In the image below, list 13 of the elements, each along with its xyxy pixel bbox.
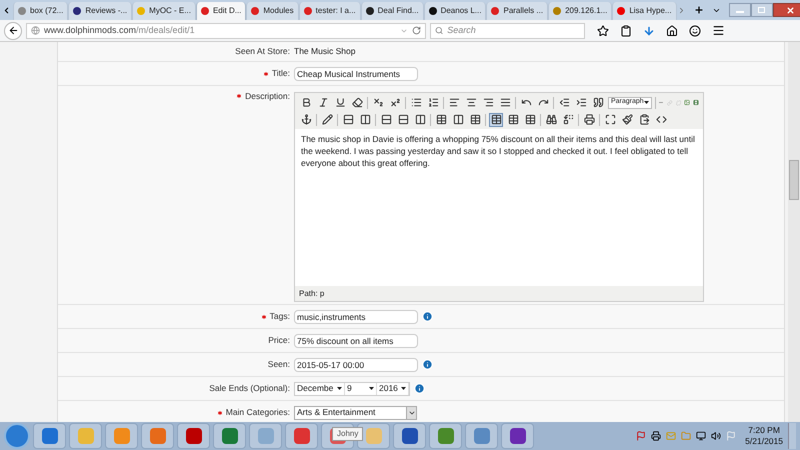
field-label: Main Categories: — [226, 406, 290, 419]
field-label: Sale Ends (Optional): — [209, 382, 290, 395]
clock-date: 5/21/2015 — [745, 436, 783, 447]
clock-time: 7:20 PM — [748, 425, 780, 436]
field-label: Title: — [272, 67, 290, 80]
field-label: Description: — [245, 90, 290, 103]
tooltip: Johny — [332, 427, 364, 441]
field-label: Seen: — [268, 358, 290, 371]
field-label: Tags: — [270, 310, 290, 323]
field-label: Price: — [268, 334, 290, 347]
editor-path: Path: p — [298, 288, 326, 300]
store-value: The Music Shop — [294, 46, 356, 56]
field-label: Seen At Store: — [235, 45, 290, 58]
